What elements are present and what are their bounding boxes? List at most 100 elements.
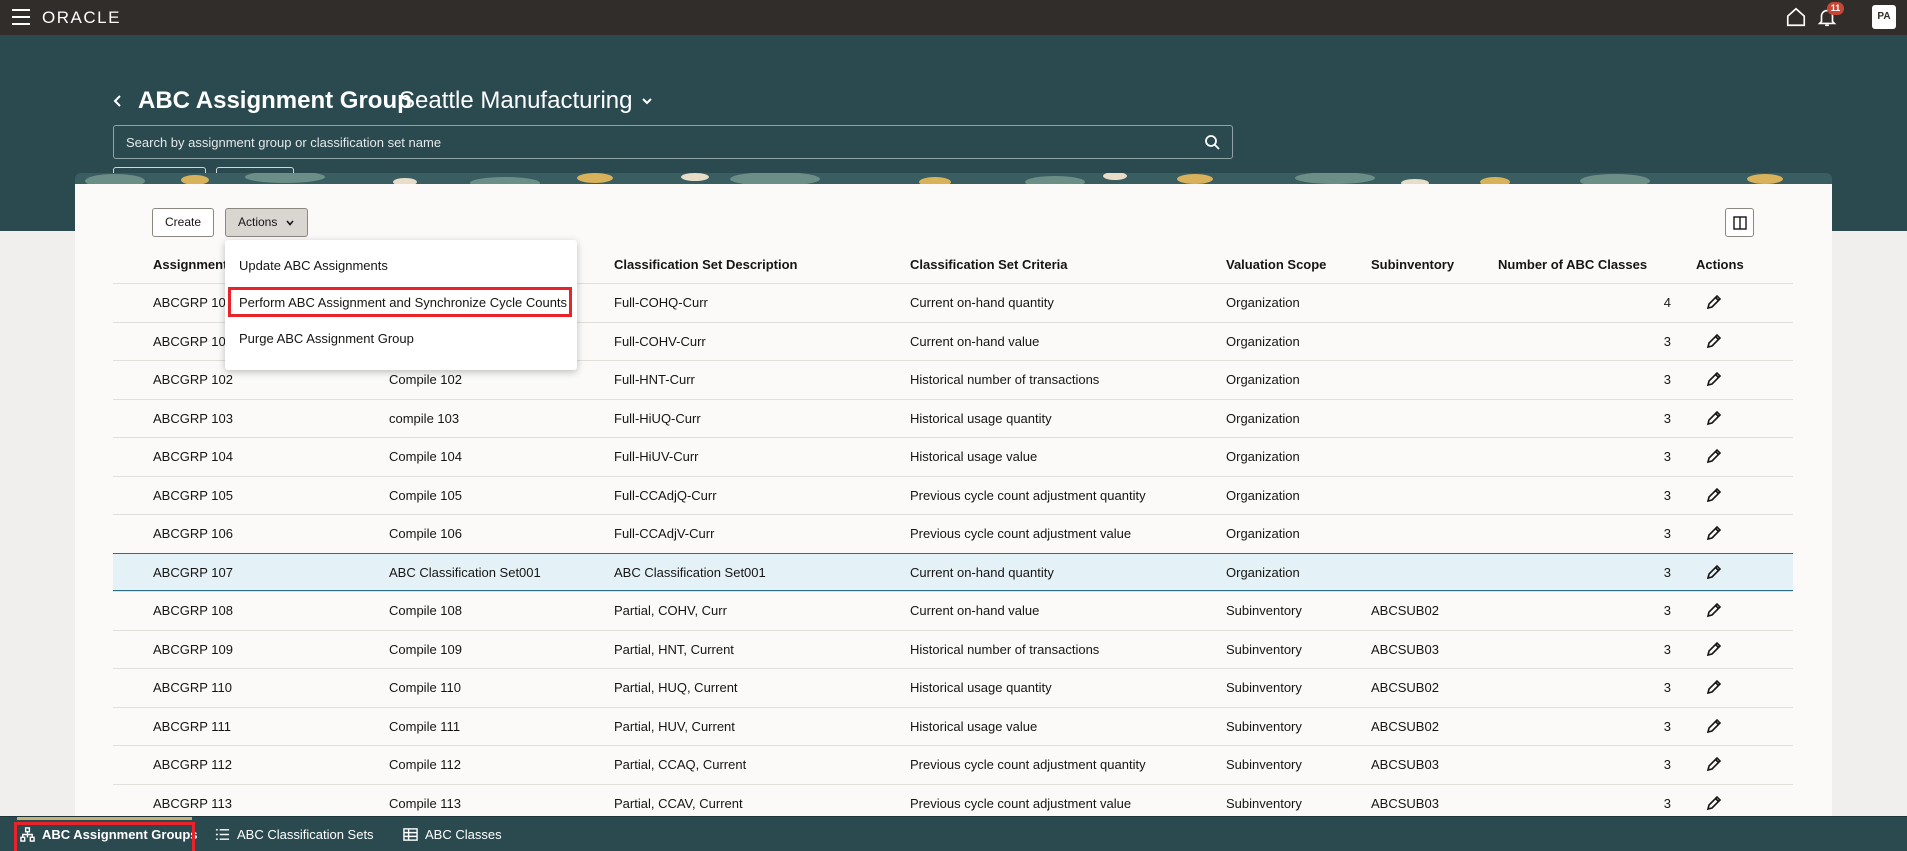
column-toggle-button[interactable]: [1725, 208, 1754, 237]
search-input[interactable]: [126, 134, 1204, 150]
edit-icon[interactable]: [1705, 678, 1723, 696]
column-header-criteria[interactable]: Classification Set Criteria: [910, 257, 1068, 272]
cell-assignment-group: ABCGRP 112: [153, 757, 233, 772]
cell-number-of-classes: 3: [1663, 757, 1671, 772]
table-row[interactable]: ABCGRP 106 Compile 106 Full-CCAdjV-Curr Pre…: [113, 514, 1793, 552]
cell-criteria: Previous cycle count adjustment quantity: [910, 487, 1146, 503]
cell-classification-set: ABC Classification Set001: [389, 564, 541, 580]
column-header-actions: Actions: [1696, 257, 1744, 272]
table-row[interactable]: ABCGRP 103 compile 103 Full-HiUQ-Curr Histo…: [113, 398, 1793, 437]
cell-classification-set: Compile 106: [389, 526, 462, 541]
cell-assignment-group: ABCGRP 105: [153, 487, 233, 503]
tab-abc-classes[interactable]: ABC Classes: [403, 817, 502, 851]
edit-icon[interactable]: [1705, 563, 1723, 581]
edit-icon[interactable]: [1705, 640, 1723, 658]
column-header-description[interactable]: Classification Set Description: [614, 257, 798, 272]
cell-assignment-group: ABCGRP 111: [153, 718, 232, 734]
highlight-box: [228, 287, 572, 317]
cell-criteria: Current on-hand quantity: [910, 295, 1054, 310]
column-header-valuation-scope[interactable]: Valuation Scope: [1226, 257, 1326, 272]
tab-abc-classification-sets[interactable]: ABC Classification Sets: [215, 817, 374, 851]
cell-subinventory: ABCSUB02: [1371, 603, 1439, 618]
edit-icon[interactable]: [1705, 486, 1723, 504]
highlight-box: [14, 822, 195, 851]
cell-assignment-group: ABCGRP 106: [153, 526, 233, 541]
home-icon[interactable]: [1785, 6, 1807, 28]
column-header-number-of-classes[interactable]: Number of ABC Classes: [1498, 257, 1647, 272]
edit-icon[interactable]: [1705, 447, 1723, 465]
edit-icon[interactable]: [1705, 293, 1723, 311]
table-row[interactable]: ABCGRP 111 Compile 111 Partial, HUV, Curre…: [113, 706, 1793, 745]
avatar[interactable]: PA: [1872, 5, 1896, 29]
cell-subinventory: ABCSUB03: [1371, 795, 1439, 811]
actions-button[interactable]: Actions: [225, 208, 309, 237]
menu-item-update-abc-assignments[interactable]: Update ABC Assignments: [239, 258, 388, 273]
chevron-down-icon: [642, 98, 653, 105]
actions-dropdown-menu: Update ABC Assignments Perform ABC Assig…: [225, 240, 577, 370]
cell-description: Full-HiUQ-Curr: [614, 410, 701, 426]
column-header-assignment[interactable]: Assignment: [153, 257, 227, 272]
edit-icon[interactable]: [1705, 370, 1723, 388]
top-bar: ORACLE 11 PA: [0, 0, 1907, 35]
edit-icon[interactable]: [1705, 524, 1723, 542]
notification-badge: 11: [1827, 2, 1844, 15]
edit-icon[interactable]: [1705, 794, 1723, 812]
cell-classification-set: Compile 102: [389, 372, 462, 387]
cell-assignment-group: ABCGRP 104: [153, 449, 233, 464]
edit-icon[interactable]: [1705, 717, 1723, 735]
column-toggle-icon: [1732, 215, 1747, 230]
hamburger-icon[interactable]: [12, 9, 30, 25]
cell-criteria: Historical usage quantity: [910, 680, 1052, 695]
cell-criteria: Historical usage quantity: [910, 410, 1052, 426]
cell-valuation-scope: Organization: [1226, 526, 1300, 541]
cell-number-of-classes: 3: [1663, 526, 1671, 541]
cell-description: ABC Classification Set001: [614, 564, 766, 580]
cell-valuation-scope: Subinventory: [1226, 718, 1302, 734]
column-header-subinventory[interactable]: Subinventory: [1371, 257, 1454, 272]
cell-valuation-scope: Organization: [1226, 487, 1300, 503]
cell-description: Partial, CCAQ, Current: [614, 757, 747, 772]
table-row[interactable]: ABCGRP 110 Compile 110 Partial, HUQ, Curre…: [113, 668, 1793, 706]
cell-number-of-classes: 3: [1663, 372, 1671, 387]
chevron-down-icon: [286, 219, 294, 226]
cell-assignment-group: ABCGRP 108: [153, 603, 233, 618]
cell-assignment-group: ABCGRP 113: [153, 795, 233, 811]
cell-criteria: Current on-hand quantity: [910, 564, 1054, 580]
edit-icon[interactable]: [1705, 601, 1723, 619]
table-row[interactable]: ABCGRP 104 Compile 104 Full-HiUV-Curr Histo…: [113, 437, 1793, 475]
oracle-logo[interactable]: ORACLE: [42, 8, 121, 28]
create-button[interactable]: Create: [152, 208, 215, 237]
edit-icon[interactable]: [1705, 755, 1723, 773]
table-row[interactable]: ABCGRP 109 Compile 109 Partial, HNT, Curre…: [113, 629, 1793, 668]
menu-item-purge-abc-assignment-group[interactable]: Purge ABC Assignment Group: [239, 331, 414, 346]
cell-assignment-group: ABCGRP 103: [153, 410, 233, 426]
cell-assignment-group: ABCGRP 107: [153, 564, 233, 580]
cell-description: Partial, HUQ, Current: [614, 680, 738, 695]
cell-criteria: Historical number of transactions: [910, 372, 1100, 387]
table-row[interactable]: ABCGRP 112 Compile 112 Partial, CCAQ, Curr…: [113, 745, 1793, 783]
organization-selector[interactable]: Seattle Manufacturing: [399, 87, 654, 115]
search-icon[interactable]: [1204, 134, 1220, 150]
cell-number-of-classes: 3: [1663, 333, 1671, 349]
cell-classification-set: compile 103: [389, 410, 460, 426]
cell-valuation-scope: Organization: [1226, 449, 1300, 464]
edit-icon[interactable]: [1705, 332, 1723, 350]
cell-number-of-classes: 3: [1663, 449, 1671, 464]
cell-number-of-classes: 3: [1663, 564, 1671, 580]
table-row[interactable]: ABCGRP 105 Compile 105 Full-CCAdjQ-Curr Pre…: [113, 475, 1793, 514]
cell-number-of-classes: 3: [1663, 795, 1671, 811]
table-row[interactable]: ABCGRP 108 Compile 108 Partial, COHV, Curr…: [113, 591, 1793, 629]
cell-description: Full-HiUV-Curr: [614, 449, 699, 464]
cell-classification-set: Compile 108: [389, 603, 462, 618]
cell-description: Full-HNT-Curr: [614, 372, 695, 387]
edit-icon[interactable]: [1705, 409, 1723, 427]
cell-subinventory: ABCSUB03: [1371, 757, 1439, 772]
cell-assignment-group: ABCGRP 101: [153, 333, 233, 349]
cell-number-of-classes: 3: [1663, 680, 1671, 695]
cell-description: Full-COHV-Curr: [614, 333, 706, 349]
table-row[interactable]: ABCGRP 107 ABC Classification Set001 ABC C…: [113, 552, 1793, 591]
cell-assignment-group: ABCGRP 102: [153, 372, 233, 387]
back-icon[interactable]: [110, 90, 126, 112]
cell-description: Full-CCAdjQ-Curr: [614, 487, 717, 503]
tab-label: ABC Classes: [425, 827, 502, 842]
